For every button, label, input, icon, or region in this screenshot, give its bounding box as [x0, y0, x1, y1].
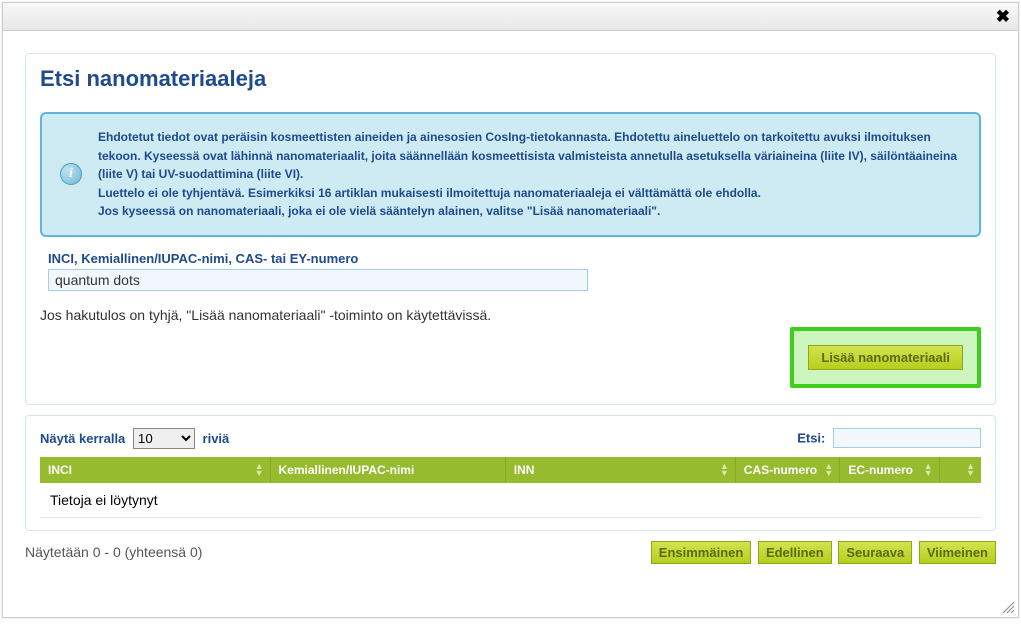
filter-control: Etsi: — [797, 428, 981, 448]
prev-page-button[interactable]: Edellinen — [758, 541, 832, 564]
search-panel: Etsi nanomateriaaleja i Ehdotetut tiedot… — [25, 53, 996, 405]
sort-icon: ▲▼ — [924, 463, 933, 477]
table-row: Tietoja ei löytynyt — [40, 483, 981, 518]
dialog: ✖ Etsi nanomateriaaleja i Ehdotetut tied… — [2, 2, 1019, 618]
sort-icon: ▲▼ — [255, 463, 264, 477]
resize-grip-icon[interactable] — [1001, 600, 1015, 614]
info-box: i Ehdotetut tiedot ovat peräisin kosmeet… — [40, 112, 981, 237]
sort-icon: ▲▼ — [824, 463, 833, 477]
info-icon: i — [60, 163, 82, 185]
last-page-button[interactable]: Viimeinen — [919, 541, 996, 564]
helper-text: Jos hakutulos on tyhjä, "Lisää nanomater… — [40, 307, 981, 323]
results-panel: Näytä kerralla 10 riviä Etsi: INCI — [25, 415, 996, 531]
results-table: INCI ▲▼ Kemiallinen/IUPAC-nimi INN ▲▼ CA… — [40, 457, 981, 518]
page-size-control: Näytä kerralla 10 riviä — [40, 428, 229, 449]
sort-icon: ▲▼ — [966, 463, 975, 477]
results-footer: Näytetään 0 - 0 (yhteensä 0) Ensimmäinen… — [25, 541, 996, 564]
col-ec[interactable]: EC-numero ▲▼ — [840, 457, 939, 483]
search-input[interactable] — [48, 269, 588, 291]
sort-icon: ▲▼ — [720, 463, 729, 477]
next-page-button[interactable]: Seuraava — [838, 541, 912, 564]
add-button-row: Lisää nanomateriaali — [40, 327, 981, 388]
pagination: Ensimmäinen Edellinen Seuraava Viimeinen — [648, 541, 996, 564]
filter-input[interactable] — [833, 428, 981, 448]
col-inci[interactable]: INCI ▲▼ — [40, 457, 270, 483]
titlebar: ✖ — [3, 3, 1018, 31]
col-actions[interactable]: ▲▼ — [939, 457, 981, 483]
add-button-highlight: Lisää nanomateriaali — [790, 327, 981, 388]
add-nanomaterial-button[interactable]: Lisää nanomateriaali — [808, 345, 963, 370]
info-text-3: Jos kyseessä on nanomateriaali, joka ei … — [98, 202, 963, 221]
page-size-prefix: Näytä kerralla — [40, 431, 125, 446]
empty-message: Tietoja ei löytynyt — [40, 483, 981, 518]
dialog-content: Etsi nanomateriaaleja i Ehdotetut tiedot… — [3, 31, 1018, 576]
page-size-select[interactable]: 10 — [133, 428, 195, 449]
table-header-row: INCI ▲▼ Kemiallinen/IUPAC-nimi INN ▲▼ CA… — [40, 457, 981, 483]
col-iupac[interactable]: Kemiallinen/IUPAC-nimi — [270, 457, 505, 483]
first-page-button[interactable]: Ensimmäinen — [651, 541, 752, 564]
search-label: INCI, Kemiallinen/IUPAC-nimi, CAS- tai E… — [48, 251, 981, 266]
results-toolbar: Näytä kerralla 10 riviä Etsi: — [40, 428, 981, 449]
info-text-1: Ehdotetut tiedot ovat peräisin kosmeetti… — [98, 128, 963, 184]
info-text-2: Luettelo ei ole tyhjentävä. Esimerkiksi … — [98, 184, 963, 203]
col-inn[interactable]: INN ▲▼ — [505, 457, 735, 483]
page-size-suffix: riviä — [203, 431, 230, 446]
close-icon[interactable]: ✖ — [996, 7, 1010, 27]
page-title: Etsi nanomateriaaleja — [40, 66, 981, 92]
filter-label: Etsi: — [797, 431, 825, 446]
col-cas[interactable]: CAS-numero ▲▼ — [735, 457, 840, 483]
results-info: Näytetään 0 - 0 (yhteensä 0) — [25, 544, 202, 560]
